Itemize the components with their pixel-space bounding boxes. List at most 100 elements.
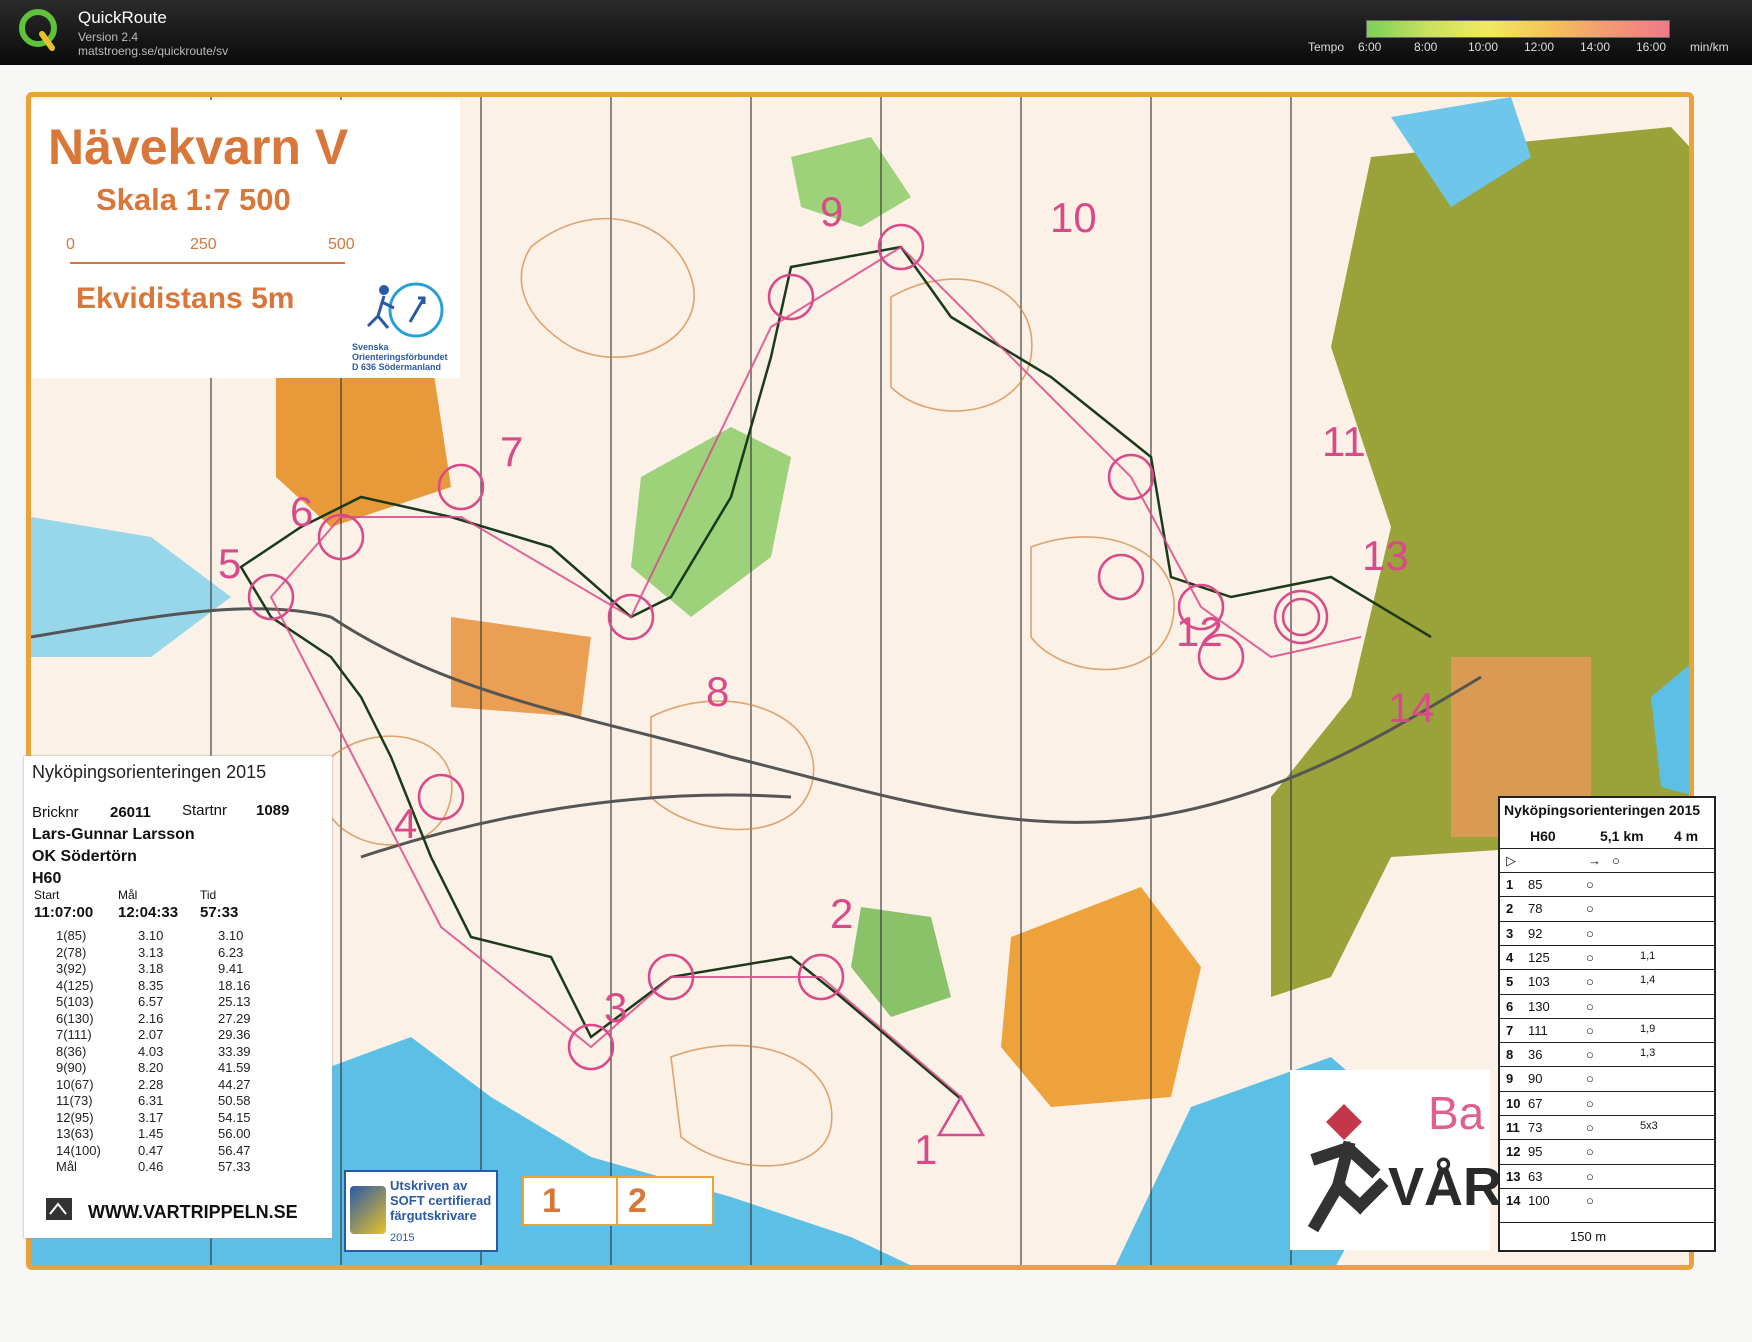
split-total-time: 56.47	[218, 1142, 251, 1158]
vartrippeln-logo-icon	[46, 1198, 72, 1220]
control-dimension: 1,3	[1640, 1047, 1656, 1060]
split-control: 11(73)	[56, 1093, 93, 1108]
start-label: Start	[34, 888, 60, 902]
control-number: 8	[706, 668, 730, 715]
control-number: 7	[500, 428, 524, 475]
feature-symbol-icon: ○	[1586, 949, 1594, 965]
app-url[interactable]: matstroeng.se/quickroute/sv	[78, 44, 228, 58]
start-time: 11:07:00	[34, 904, 94, 921]
split-control: 1(85)	[56, 928, 87, 943]
sponsor-brand-text: VÅR	[1388, 1157, 1503, 1217]
split-total-time: 6.23	[218, 944, 244, 960]
control-number: 6	[290, 488, 314, 535]
control-order: 5	[1506, 974, 1514, 990]
tempo-tick: 6:00	[1358, 40, 1382, 54]
tempo-tick: 16:00	[1636, 40, 1667, 54]
app-header: QuickRoute Version 2.4 matstroeng.se/qui…	[0, 0, 1752, 65]
tempo-label: Tempo	[1308, 40, 1345, 54]
scale-tick: 500	[328, 236, 355, 253]
control-code: 100	[1528, 1192, 1550, 1208]
split-total-time: 25.13	[218, 994, 251, 1009]
split-control: 9(90)	[56, 1060, 87, 1075]
split-row: Mål 0.46 57.33	[54, 1159, 284, 1175]
split-control: 8(36)	[56, 1043, 87, 1059]
split-leg-time: 6.31	[138, 1093, 164, 1108]
control-order: 8	[1506, 1047, 1514, 1063]
event-name: Nyköpingsorienteringen 2015	[32, 762, 267, 782]
control-number: 1	[914, 1126, 938, 1173]
control-number: 11	[1322, 418, 1366, 465]
description-class: H60	[1530, 828, 1556, 844]
control-code: 85	[1528, 877, 1543, 892]
start-triangle-icon: ▷	[1506, 853, 1516, 868]
map-scale: Skala 1:7 500	[96, 182, 291, 217]
soft-line: SOFT certifierad	[390, 1193, 492, 1208]
startnr-value: 1089	[256, 802, 290, 819]
split-control: 2(78)	[56, 944, 87, 960]
control-number: 13	[1362, 532, 1409, 579]
description-length: 5,1 km	[1600, 828, 1644, 844]
split-control: 5(103)	[56, 994, 94, 1009]
soft-line: Utskriven av	[390, 1178, 468, 1193]
split-leg-time: 8.35	[138, 977, 164, 993]
finish-label: Mål	[118, 888, 138, 902]
control-code: 111	[1528, 1022, 1548, 1038]
feature-symbol-icon: ○	[1586, 1168, 1594, 1184]
split-row: 1(85) 3.10 3.10	[54, 928, 284, 944]
description-row: 13 63 ○	[1500, 1163, 1714, 1189]
description-row: 9 90 ○	[1500, 1066, 1714, 1091]
box-number: 1	[542, 1182, 561, 1220]
control-number: 14	[1388, 684, 1435, 731]
runner-club: OK Södertörn	[32, 848, 137, 865]
tempo-tick: 14:00	[1580, 40, 1611, 54]
split-leg-time: 3.13	[138, 944, 164, 960]
split-control: 10(67)	[56, 1076, 94, 1092]
feature-symbol-icon: ○	[1586, 1071, 1594, 1087]
feature-symbol-icon: ○	[1586, 998, 1594, 1014]
control-dimension: 1,9	[1640, 1022, 1656, 1035]
feature-symbol-icon: ○	[1586, 1022, 1594, 1038]
control-order: 11	[1506, 1120, 1520, 1135]
bricknr-label: Bricknr	[32, 804, 79, 821]
split-row: 12(95) 3.17 54.15	[54, 1110, 284, 1126]
control-code: 73	[1528, 1120, 1543, 1135]
split-total-time: 27.29	[218, 1010, 251, 1026]
scale-tick: 250	[190, 236, 217, 253]
app-version: Version 2.4	[78, 30, 139, 44]
split-leg-time: 3.10	[138, 928, 164, 943]
split-total-time: 41.59	[218, 1060, 251, 1075]
soft-logo-icon	[350, 1186, 386, 1234]
total-time: 57:33	[200, 904, 239, 921]
finish-distance: 150 m	[1570, 1229, 1607, 1244]
split-control: 3(92)	[56, 961, 87, 976]
website-link[interactable]: WWW.VARTRIPPELN.SE	[88, 1202, 298, 1223]
split-row: 7(111) 2.07 29.36	[54, 1027, 284, 1043]
control-order: 4	[1506, 949, 1514, 965]
description-row: 3 92 ○	[1500, 920, 1714, 946]
split-control: 7(111)	[56, 1027, 92, 1042]
tempo-tick: 8:00	[1414, 40, 1438, 54]
split-total-time: 57.33	[218, 1159, 251, 1174]
feature-symbol-icon: ○	[1586, 901, 1594, 917]
runner-name: Lars-Gunnar Larsson	[32, 826, 195, 843]
description-row: 14 100 ○	[1500, 1187, 1714, 1213]
sponsor-partial-text: Ba	[1428, 1087, 1485, 1139]
tempo-color-scale	[1366, 20, 1670, 38]
description-row: 8 36 ○ 1,3	[1500, 1042, 1714, 1067]
split-leg-time: 0.46	[138, 1159, 164, 1174]
control-dimension: 5x3	[1640, 1120, 1658, 1132]
finish-time: 12:04:33	[118, 904, 179, 921]
result-slip: Nyköpingsorienteringen 2015 Bricknr 2601…	[24, 756, 332, 1238]
app-title: QuickRoute	[78, 8, 167, 27]
control-order: 6	[1506, 998, 1514, 1014]
split-leg-time: 3.18	[138, 961, 164, 976]
split-leg-time: 1.45	[138, 1126, 164, 1141]
control-order: 1	[1506, 877, 1514, 892]
split-control: 4(125)	[56, 977, 94, 993]
split-control: 6(130)	[56, 1010, 94, 1026]
feature-symbol-icon: ○	[1586, 877, 1594, 892]
control-code: 103	[1528, 974, 1550, 990]
split-leg-time: 6.57	[138, 994, 164, 1009]
ellipse-icon: ○	[1612, 853, 1620, 868]
feature-symbol-icon: ○	[1586, 1095, 1594, 1111]
